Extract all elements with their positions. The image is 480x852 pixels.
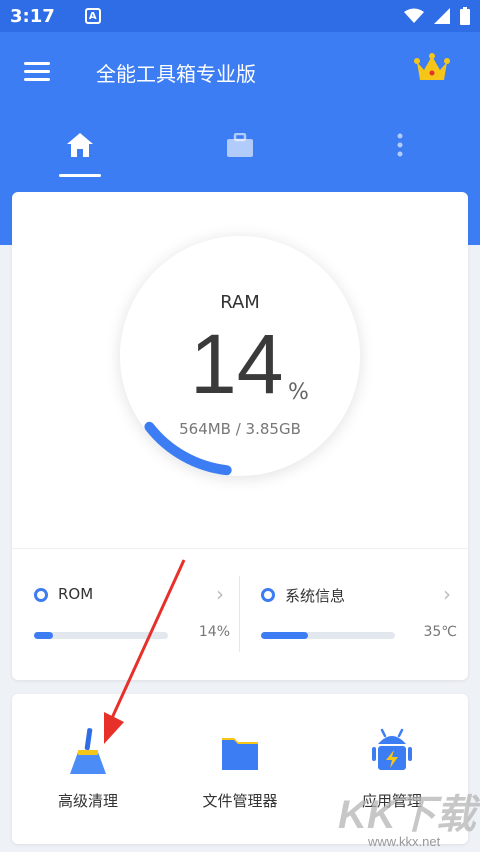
tools-card: 高级清理 文件管理器 应用管理 (12, 694, 468, 844)
tool-label: 应用管理 (361, 792, 422, 810)
tool-advanced-clean[interactable]: 高级清理 (12, 694, 164, 844)
wifi-icon (404, 8, 424, 23)
android-icon (372, 728, 412, 770)
stats-divider (239, 576, 240, 652)
briefcase-icon (227, 133, 253, 157)
crown-icon[interactable] (414, 52, 450, 84)
signal-icon (434, 8, 450, 24)
ram-detail: 564MB / 3.85GB (179, 420, 301, 438)
system-info-stat[interactable]: 系统信息 › 35℃ (261, 572, 461, 652)
rom-indicator-icon (34, 588, 48, 602)
tab-indicator (59, 174, 101, 177)
tab-home[interactable] (40, 112, 120, 178)
ram-card: RAM 14 % 564MB / 3.85GB ROM › 14% 系统信息 ›… (12, 192, 468, 680)
rom-stat[interactable]: ROM › 14% (34, 572, 234, 652)
system-progress-track (261, 632, 395, 639)
rom-progress-track (34, 632, 168, 639)
folder-icon (222, 738, 258, 770)
system-temperature: 35℃ (423, 624, 457, 640)
system-indicator-icon (261, 588, 275, 602)
ram-percent: 14 (190, 317, 284, 411)
ram-gauge[interactable]: RAM 14 % 564MB / 3.85GB (120, 236, 360, 476)
tab-more[interactable] (360, 112, 440, 178)
ram-label: RAM (220, 292, 260, 313)
chevron-right-icon: › (443, 582, 451, 606)
rom-value: 14% (198, 624, 230, 640)
status-bar: 3:17 A (0, 0, 480, 32)
system-info-label: 系统信息 (285, 587, 346, 605)
status-time: 3:17 (10, 5, 55, 27)
tool-file-manager[interactable]: 文件管理器 (164, 694, 316, 844)
card-divider (12, 548, 468, 549)
rom-progress-fill (34, 632, 53, 639)
home-icon (67, 133, 93, 157)
tool-label: 文件管理器 (202, 792, 278, 810)
rom-label: ROM (58, 585, 94, 603)
tool-app-manager[interactable]: 应用管理 (316, 694, 468, 844)
app-title: 全能工具箱专业版 (96, 62, 256, 86)
tab-tools[interactable] (200, 112, 280, 178)
app-notification-icon: A (84, 8, 101, 24)
ram-percent-unit: % (288, 380, 309, 405)
menu-button[interactable] (24, 62, 50, 82)
broom-icon (70, 728, 106, 774)
tool-label: 高级清理 (57, 792, 118, 810)
app-bar: 全能工具箱专业版 (0, 32, 480, 112)
system-progress-fill (261, 632, 308, 639)
tab-bar (0, 112, 480, 178)
chevron-right-icon: › (216, 582, 224, 606)
battery-icon (460, 7, 470, 25)
more-vertical-icon (397, 133, 403, 157)
